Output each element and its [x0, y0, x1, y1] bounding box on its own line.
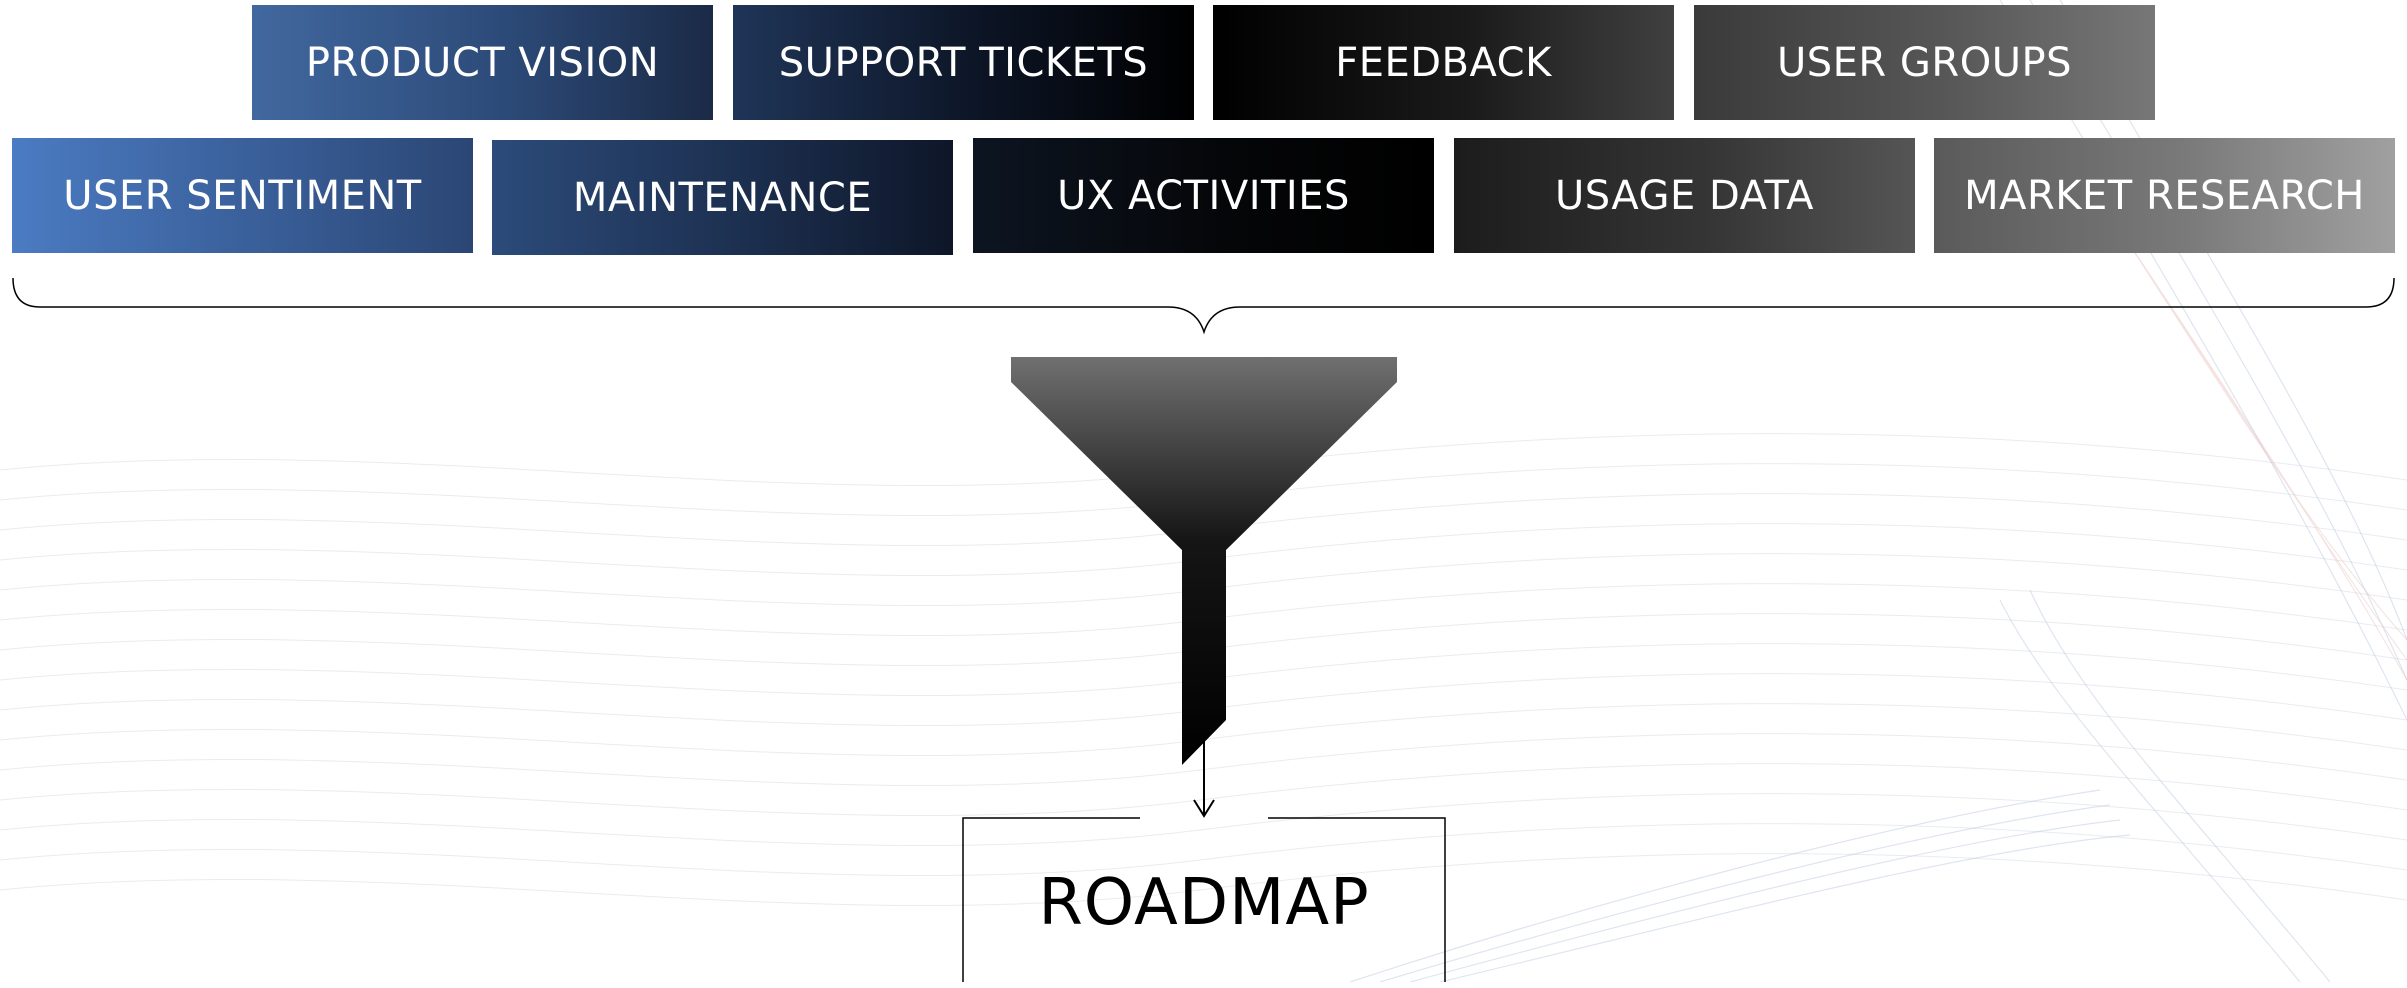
arrow-down-icon [1193, 740, 1215, 818]
roadmap-label: ROADMAP [1038, 866, 1370, 940]
roadmap-box: ROADMAP [963, 818, 1445, 988]
funnel-icon [1011, 357, 1397, 765]
curly-brace-icon [12, 277, 2395, 335]
